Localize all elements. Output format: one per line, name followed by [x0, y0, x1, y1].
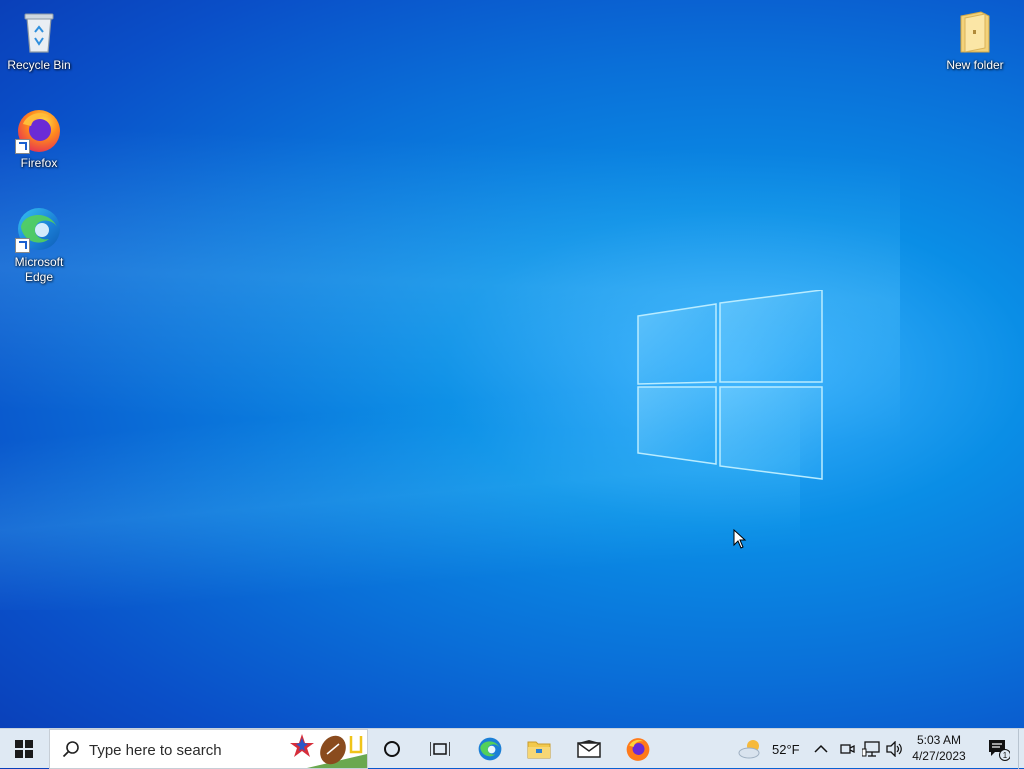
clock[interactable]: 5:03 AM 4/27/2023 [906, 732, 972, 764]
taskbar: Type here to search 52°F 5:03 AM 4/27/20… [0, 728, 1024, 769]
network-button[interactable] [862, 729, 880, 769]
desktop-icon-new-folder[interactable]: New folder [937, 8, 1013, 73]
desktop-background: Recycle Bin Firefox Microsoft Edge New f… [0, 0, 1024, 728]
weather-widget[interactable]: 52°F [738, 729, 800, 769]
cortana-icon [384, 741, 400, 757]
desktop-icon-label: Firefox [20, 156, 58, 170]
action-center-button[interactable]: 1 [978, 729, 1018, 769]
edge-icon [478, 737, 502, 761]
windows-logo-wallpaper [637, 290, 823, 480]
taskbar-file-explorer-button[interactable] [515, 729, 563, 769]
task-view-button[interactable] [416, 729, 464, 769]
search-box[interactable]: Type here to search [49, 729, 368, 769]
firefox-icon [15, 106, 63, 154]
notification-count: 1 [1003, 751, 1008, 760]
partly-cloudy-icon [738, 740, 760, 759]
taskbar-firefox-button[interactable] [614, 729, 662, 769]
mouse-cursor-icon [733, 529, 747, 549]
desktop-icon-recycle-bin[interactable]: Recycle Bin [1, 8, 77, 73]
search-highlight-football-icon [287, 730, 367, 768]
start-button[interactable] [0, 729, 48, 769]
weather-temperature: 52°F [772, 741, 800, 757]
desktop-icon-firefox[interactable]: Firefox [1, 106, 77, 171]
search-placeholder: Type here to search [89, 742, 222, 759]
desktop-icon-label: New folder [946, 58, 1004, 72]
show-desktop-button[interactable] [1018, 729, 1024, 769]
meet-now-icon [840, 744, 855, 754]
search-icon [62, 741, 79, 758]
cortana-button[interactable] [368, 729, 416, 769]
shortcut-arrow-icon [15, 139, 30, 154]
desktop-icon-label: Microsoft Edge [14, 255, 64, 284]
taskbar-edge-button[interactable] [466, 729, 514, 769]
desktop-icon-label: Recycle Bin [7, 58, 71, 72]
recycle-bin-icon [15, 8, 63, 56]
clock-date: 4/27/2023 [912, 749, 966, 763]
firefox-icon [626, 738, 650, 761]
task-view-icon [430, 742, 450, 756]
folder-icon [951, 8, 999, 56]
mail-icon [577, 740, 601, 758]
windows-start-icon [15, 740, 33, 758]
taskbar-mail-button[interactable] [565, 729, 613, 769]
shortcut-arrow-icon [15, 238, 30, 253]
clock-time: 5:03 AM [916, 733, 962, 747]
volume-icon [886, 741, 902, 757]
file-explorer-icon [527, 741, 551, 759]
desktop-icon-microsoft-edge[interactable]: Microsoft Edge [1, 205, 77, 285]
notification-icon: 1 [989, 740, 1010, 761]
show-hidden-icons-button[interactable] [814, 729, 828, 769]
network-icon [862, 741, 880, 757]
volume-button[interactable] [886, 729, 904, 769]
meet-now-button[interactable] [839, 729, 855, 769]
chevron-up-icon [814, 744, 828, 753]
edge-icon [15, 205, 63, 253]
